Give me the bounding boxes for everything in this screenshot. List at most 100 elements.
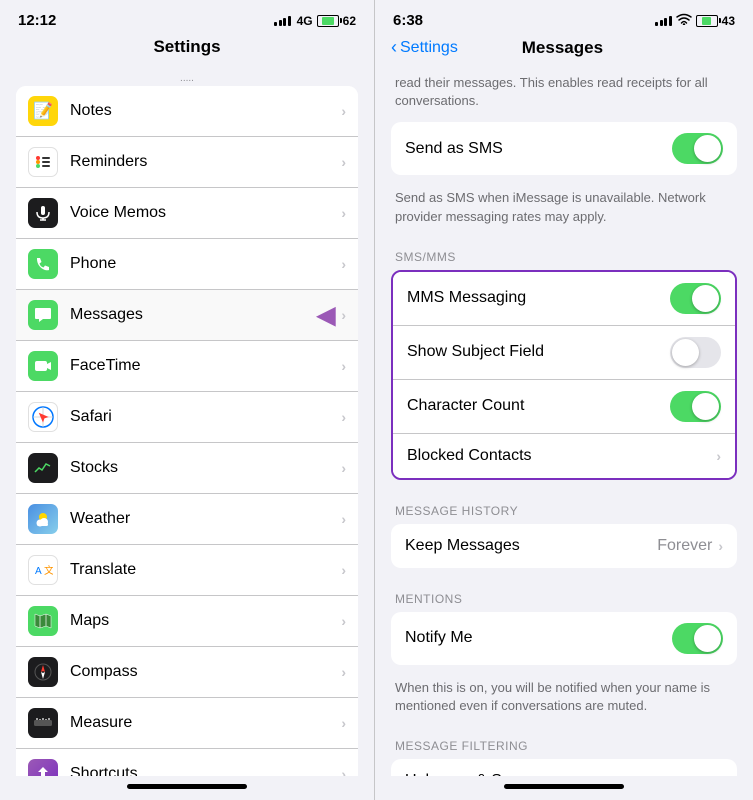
safari-label: Safari	[70, 408, 341, 426]
signal-bars-left	[274, 16, 291, 26]
list-item-safari[interactable]: Safari ›	[16, 392, 358, 443]
character-count-row: Character Count	[393, 380, 735, 434]
show-subject-toggle[interactable]	[670, 337, 721, 368]
phone-label: Phone	[70, 255, 341, 273]
weather-icon	[28, 504, 58, 534]
home-indicator-right	[375, 776, 753, 800]
stocks-icon	[28, 453, 58, 483]
character-count-toggle[interactable]	[670, 391, 721, 422]
signal-bars-right	[655, 16, 672, 26]
blocked-contacts-chevron: ›	[716, 448, 721, 464]
measure-label: Measure	[70, 714, 341, 732]
stocks-chevron: ›	[341, 460, 346, 476]
battery-right	[696, 15, 718, 27]
right-nav: ‹ Settings Messages	[375, 35, 753, 66]
list-item-shortcuts[interactable]: Shortcuts ›	[16, 749, 358, 776]
time-left: 12:12	[18, 12, 56, 29]
show-subject-label: Show Subject Field	[407, 343, 670, 361]
list-item-facetime[interactable]: FaceTime ›	[16, 341, 358, 392]
mms-messaging-label: MMS Messaging	[407, 289, 670, 307]
list-item-stocks[interactable]: Stocks ›	[16, 443, 358, 494]
purple-arrow-icon: ◀	[317, 301, 335, 330]
list-item-weather[interactable]: Weather ›	[16, 494, 358, 545]
notes-icon: 📝	[28, 96, 58, 126]
left-panel: 12:12 4G 62 Settings ..... 📝	[0, 0, 375, 800]
compass-label: Compass	[70, 663, 341, 681]
notify-me-desc: When this is on, you will be notified wh…	[391, 673, 737, 723]
send-as-sms-toggle[interactable]	[672, 133, 723, 164]
intro-text: read their messages. This enables read r…	[391, 66, 737, 122]
compass-chevron: ›	[341, 664, 346, 680]
list-item-compass[interactable]: Compass ›	[16, 647, 358, 698]
page-title-bar-left: Settings	[0, 35, 374, 65]
keep-messages-label: Keep Messages	[405, 537, 657, 555]
keep-messages-row[interactable]: Keep Messages Forever ›	[391, 524, 737, 568]
right-panel: 6:38 43 ‹	[375, 0, 753, 800]
sms-mms-header: SMS/MMS	[391, 234, 737, 270]
notify-me-row: Notify Me	[391, 612, 737, 665]
phone-icon	[28, 249, 58, 279]
maps-icon	[28, 606, 58, 636]
blocked-contacts-label: Blocked Contacts	[407, 447, 716, 465]
measure-icon	[28, 708, 58, 738]
show-subject-row: Show Subject Field	[393, 326, 735, 380]
maps-label: Maps	[70, 612, 341, 630]
page-title-left: Settings	[16, 37, 358, 57]
back-button[interactable]: ‹ Settings	[391, 37, 458, 58]
keep-messages-chevron: ›	[718, 538, 723, 554]
list-item-maps[interactable]: Maps ›	[16, 596, 358, 647]
messages-icon	[28, 300, 58, 330]
list-item-measure[interactable]: Measure ›	[16, 698, 358, 749]
messages-label: Messages	[70, 306, 317, 324]
blocked-contacts-row[interactable]: Blocked Contacts ›	[393, 434, 735, 478]
reminders-label: Reminders	[70, 153, 341, 171]
reminders-chevron: ›	[341, 154, 346, 170]
translate-label: Translate	[70, 561, 341, 579]
settings-list: ..... 📝 Notes ›	[0, 65, 374, 776]
translate-icon: A 文	[28, 555, 58, 585]
send-as-sms-label: Send as SMS	[405, 140, 672, 158]
voice-memos-icon	[28, 198, 58, 228]
weather-chevron: ›	[341, 511, 346, 527]
message-history-section: Keep Messages Forever ›	[391, 524, 737, 568]
voice-memos-label: Voice Memos	[70, 204, 341, 222]
mms-messaging-toggle[interactable]	[670, 283, 721, 314]
battery-pct-left: 62	[343, 14, 356, 28]
character-count-label: Character Count	[407, 397, 670, 415]
unknown-spam-row[interactable]: Unknown & Spam ›	[391, 759, 737, 776]
messages-chevron: ›	[341, 307, 346, 323]
notify-me-toggle[interactable]	[672, 623, 723, 654]
svg-text:A: A	[35, 566, 42, 577]
facetime-icon	[28, 351, 58, 381]
safari-chevron: ›	[341, 409, 346, 425]
network-type-left: 4G	[297, 14, 313, 28]
status-bar-left: 12:12 4G 62	[0, 0, 374, 35]
list-item-messages[interactable]: Messages ◀ ›	[16, 290, 358, 341]
back-label: Settings	[400, 39, 458, 57]
send-as-sms-desc: Send as SMS when iMessage is unavailable…	[391, 183, 737, 233]
mentions-header: MENTIONS	[391, 576, 737, 612]
page-title-right: Messages	[458, 38, 667, 58]
message-history-header: MESSAGE HISTORY	[391, 488, 737, 524]
send-as-sms-row: Send as SMS	[391, 122, 737, 175]
maps-chevron: ›	[341, 613, 346, 629]
notes-label: Notes	[70, 102, 341, 120]
reminders-icon	[28, 147, 58, 177]
wifi-icon	[676, 13, 692, 28]
mentions-section: Notify Me	[391, 612, 737, 665]
right-content: read their messages. This enables read r…	[375, 66, 753, 776]
shortcuts-chevron: ›	[341, 766, 346, 776]
stocks-label: Stocks	[70, 459, 341, 477]
status-icons-right: 43	[655, 13, 735, 28]
list-item-translate[interactable]: A 文 Translate ›	[16, 545, 358, 596]
back-chevron-icon: ‹	[391, 37, 397, 58]
svg-text:文: 文	[44, 564, 53, 577]
list-item-notes[interactable]: 📝 Notes ›	[16, 86, 358, 137]
list-item-phone[interactable]: Phone ›	[16, 239, 358, 290]
scroll-dots: .....	[0, 69, 374, 86]
home-indicator-left	[0, 776, 374, 800]
list-item-voice-memos[interactable]: Voice Memos ›	[16, 188, 358, 239]
facetime-label: FaceTime	[70, 357, 341, 375]
shortcuts-label: Shortcuts	[70, 765, 341, 776]
list-item-reminders[interactable]: Reminders ›	[16, 137, 358, 188]
